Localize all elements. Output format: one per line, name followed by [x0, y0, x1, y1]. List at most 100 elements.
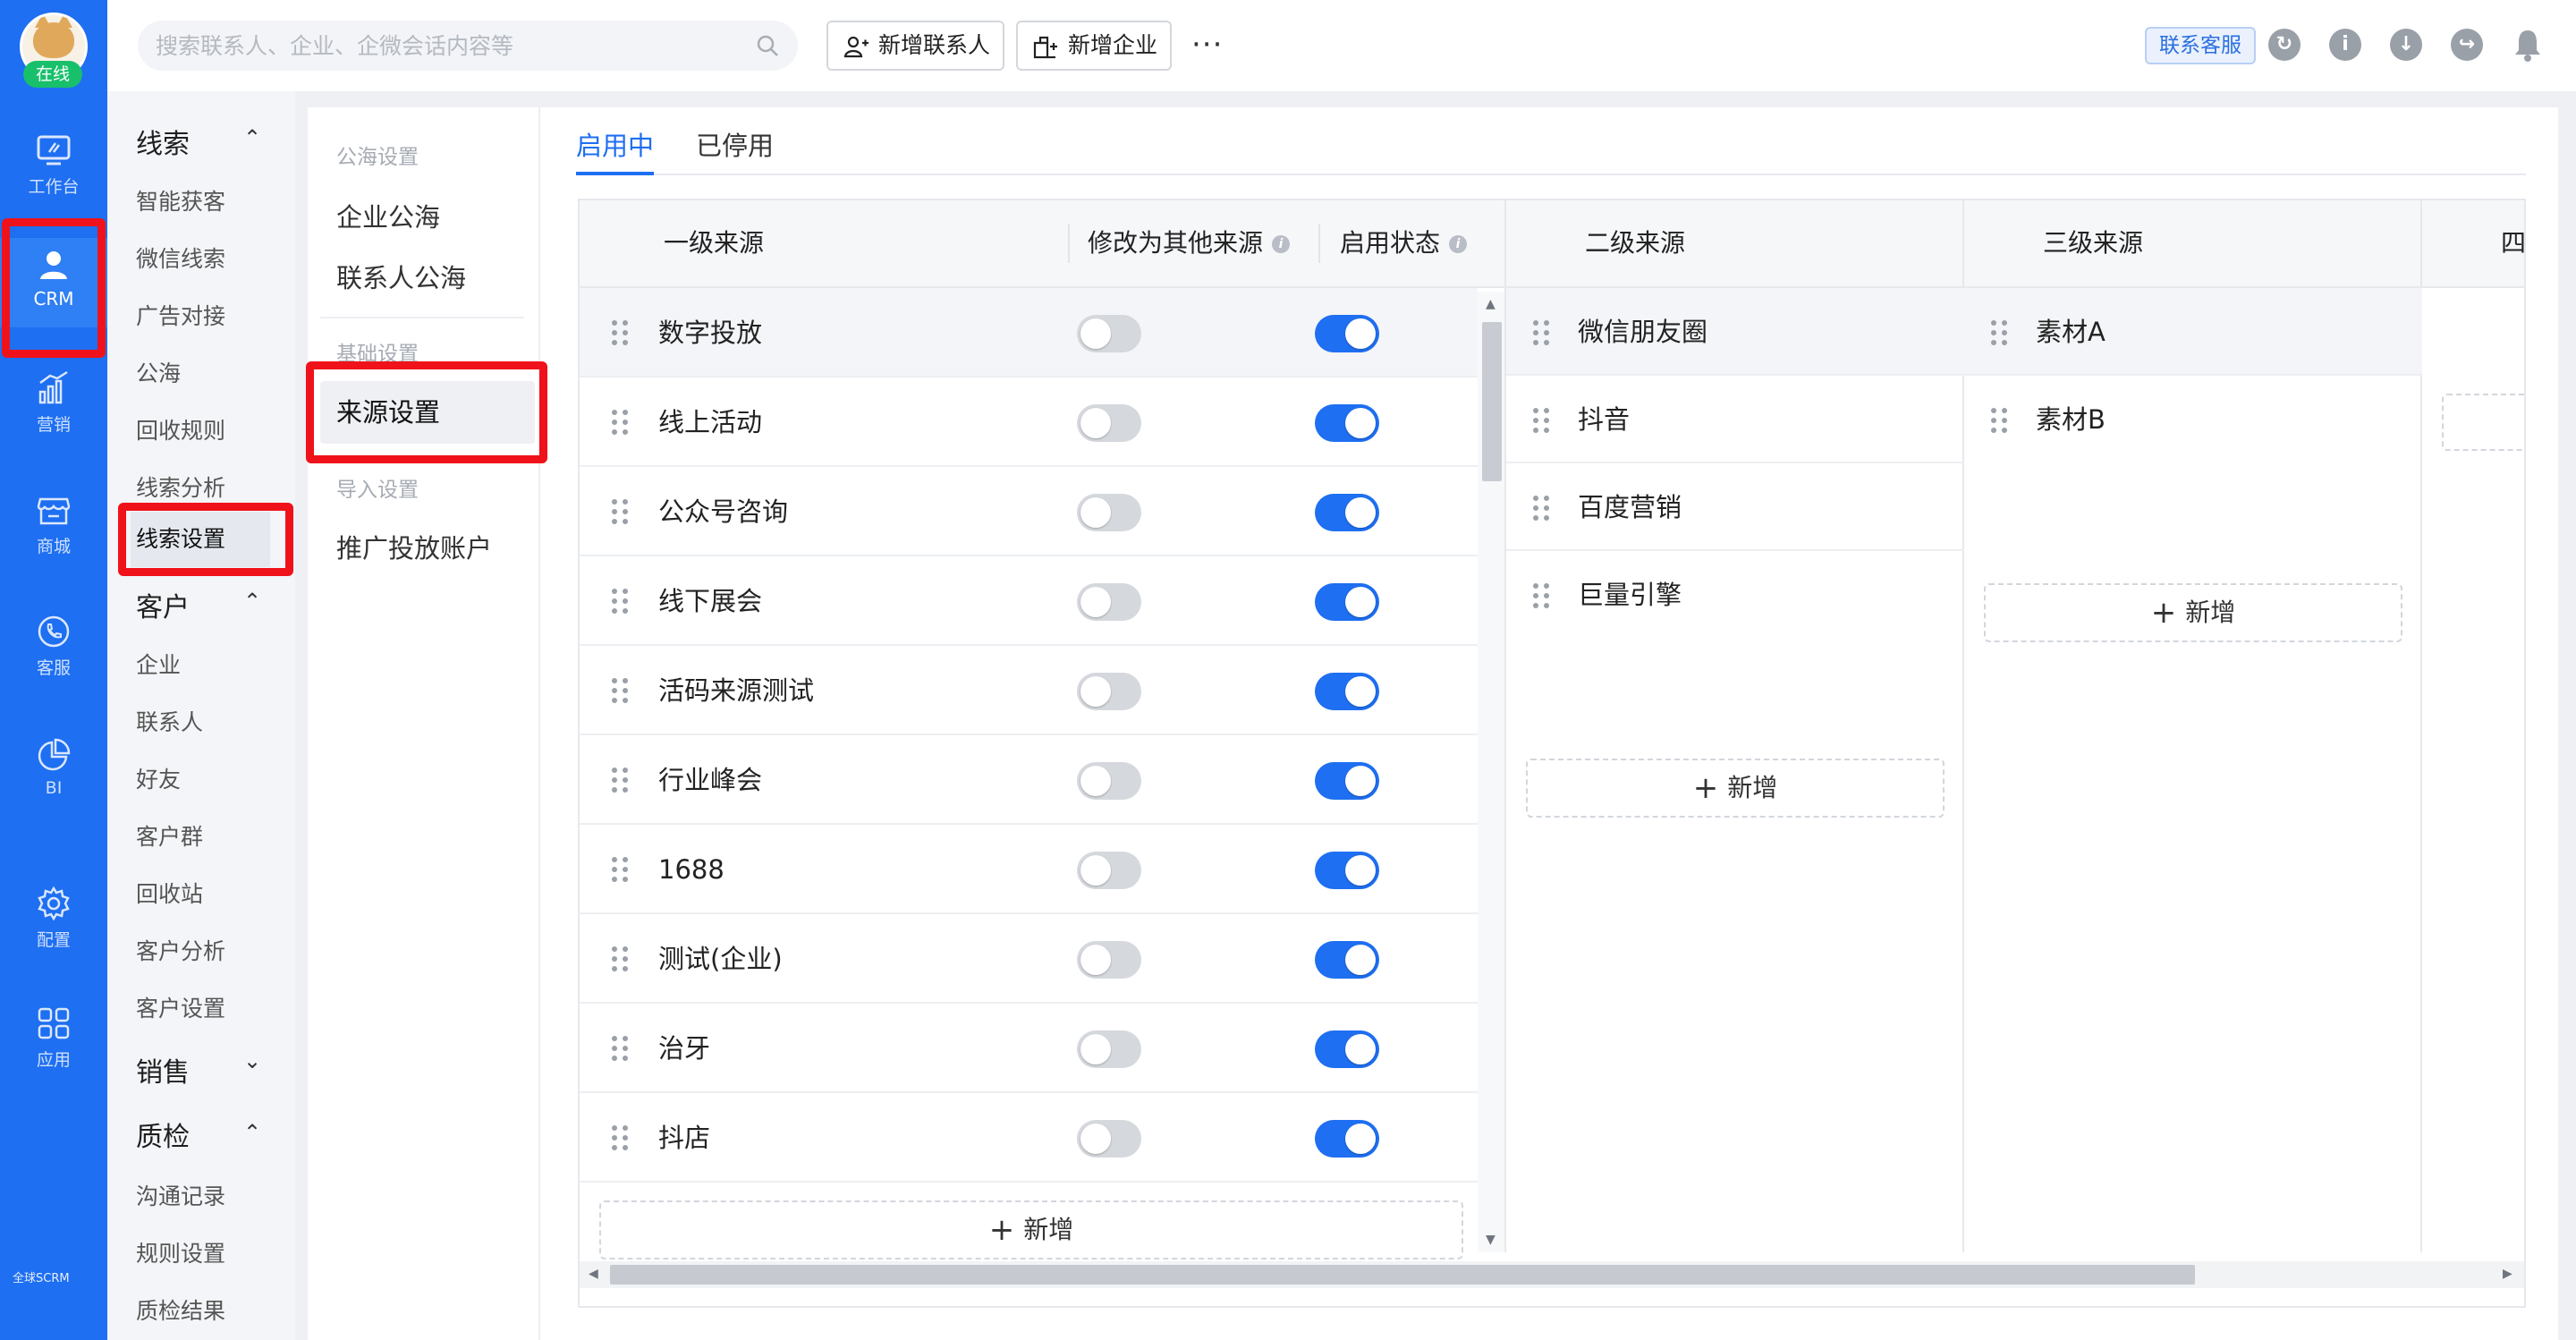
table-row[interactable]: 线下展会	[580, 556, 1478, 646]
drag-handle-icon[interactable]	[612, 320, 630, 345]
nav-item-comm-records[interactable]: 沟通记录	[136, 1179, 225, 1211]
chevron-down-icon[interactable]: ⌄	[243, 1048, 261, 1073]
nav-item-smart-acquire[interactable]: 智能获客	[136, 184, 225, 216]
share-icon[interactable]: ↪	[2451, 29, 2483, 61]
nav-item-friends[interactable]: 好友	[136, 762, 181, 794]
nav-item-ad-integration[interactable]: 广告对接	[136, 299, 225, 331]
drag-handle-icon[interactable]	[1533, 496, 1551, 521]
table-row[interactable]: 线上活动	[580, 377, 1478, 467]
enabled-toggle[interactable]	[1315, 1120, 1379, 1158]
list-item[interactable]: 巨量引擎	[1506, 551, 1964, 639]
enabled-toggle[interactable]	[1315, 315, 1379, 352]
drag-handle-icon[interactable]	[612, 946, 630, 971]
vertical-scrollbar[interactable]: ▲ ▼	[1478, 292, 1504, 1252]
enabled-toggle[interactable]	[1315, 404, 1379, 442]
chevron-up-icon[interactable]: ⌃	[243, 125, 261, 150]
list-item[interactable]: 抖音	[1506, 376, 1964, 463]
rail-item-mall[interactable]: 商城	[0, 483, 107, 572]
scroll-right-icon[interactable]: ▶	[2503, 1267, 2512, 1281]
nav-group-sales[interactable]: 销售	[136, 1050, 190, 1090]
nav-item-rule-settings[interactable]: 规则设置	[136, 1236, 225, 1268]
nav-item-contacts[interactable]: 联系人	[136, 705, 203, 737]
change-source-toggle[interactable]	[1077, 762, 1141, 800]
list-item[interactable]: 百度营销	[1506, 463, 1964, 551]
info-icon[interactable]: i	[1449, 235, 1468, 253]
search-input[interactable]	[156, 21, 728, 71]
more-menu-button[interactable]: ···	[1191, 27, 1223, 63]
nav-group-customer[interactable]: 客户	[136, 585, 190, 624]
nav-item-company[interactable]: 企业	[136, 648, 181, 680]
chevron-up-icon[interactable]: ⌃	[243, 589, 261, 614]
nav-item-wechat-clue[interactable]: 微信线索	[136, 242, 225, 274]
list-item[interactable]: 微信朋友圈	[1506, 288, 1964, 376]
enabled-toggle[interactable]	[1315, 494, 1379, 531]
contact-service-button[interactable]: 联系客服	[2145, 27, 2256, 64]
subnav-item-contact-sea[interactable]: 联系人公海	[336, 258, 466, 295]
change-source-toggle[interactable]	[1077, 404, 1141, 442]
nav-item-customer-groups[interactable]: 客户群	[136, 819, 203, 852]
info-icon[interactable]: i	[1272, 235, 1291, 253]
table-row[interactable]: 数字投放	[580, 288, 1478, 377]
drag-handle-icon[interactable]	[612, 768, 630, 793]
info-icon[interactable]: i	[2329, 29, 2361, 61]
rail-item-workbench[interactable]: 工作台	[0, 123, 107, 213]
drag-handle-icon[interactable]	[1533, 320, 1551, 345]
scroll-down-icon[interactable]: ▼	[1486, 1233, 1496, 1247]
global-search[interactable]	[138, 21, 798, 71]
table-row[interactable]: 治牙	[580, 1004, 1478, 1093]
change-source-toggle[interactable]	[1077, 583, 1141, 621]
change-source-toggle[interactable]	[1077, 494, 1141, 531]
list-item[interactable]: 素材A	[1964, 288, 2422, 376]
rail-item-config[interactable]: 配置	[0, 877, 107, 966]
scrollbar-thumb[interactable]	[1482, 322, 1502, 481]
nav-group-qa[interactable]: 质检	[136, 1115, 190, 1154]
change-source-toggle[interactable]	[1077, 315, 1141, 352]
drag-handle-icon[interactable]	[612, 857, 630, 882]
nav-item-qa-results[interactable]: 质检结果	[136, 1293, 225, 1326]
change-source-toggle[interactable]	[1077, 1120, 1141, 1158]
drag-handle-icon[interactable]	[1991, 408, 2009, 433]
drag-handle-icon[interactable]	[1533, 408, 1551, 433]
drag-handle-icon[interactable]	[612, 410, 630, 435]
change-source-toggle[interactable]	[1077, 941, 1141, 979]
horizontal-scrollbar[interactable]: ◀ ▶	[580, 1261, 2524, 1288]
add-level1-button[interactable]: + 新增	[599, 1200, 1463, 1259]
drag-handle-icon[interactable]	[1991, 320, 2009, 345]
add-company-button[interactable]: 新增企业	[1016, 21, 1173, 71]
list-item[interactable]: 素材B	[1964, 376, 2422, 463]
add-level4-button[interactable]	[2442, 394, 2524, 451]
drag-handle-icon[interactable]	[1533, 583, 1551, 608]
rail-item-service[interactable]: 客服	[0, 605, 107, 694]
rail-item-marketing[interactable]: 营销	[0, 361, 107, 451]
scrollbar-thumb[interactable]	[610, 1265, 2195, 1285]
refresh-icon[interactable]: ↻	[2268, 29, 2301, 61]
table-row[interactable]: 1688	[580, 825, 1478, 914]
tab-inactive[interactable]: 已停用	[696, 125, 774, 175]
drag-handle-icon[interactable]	[612, 678, 630, 703]
drag-handle-icon[interactable]	[612, 1036, 630, 1061]
nav-group-clue[interactable]: 线索	[136, 122, 190, 161]
subnav-item-company-sea[interactable]: 企业公海	[336, 197, 440, 234]
chevron-up-icon[interactable]: ⌃	[243, 1120, 261, 1145]
nav-item-sea[interactable]: 公海	[136, 356, 181, 388]
scroll-left-icon[interactable]: ◀	[589, 1267, 598, 1281]
enabled-toggle[interactable]	[1315, 1030, 1379, 1068]
drag-handle-icon[interactable]	[612, 589, 630, 614]
drag-handle-icon[interactable]	[612, 499, 630, 524]
add-contact-button[interactable]: 新增联系人	[826, 21, 1005, 71]
enabled-toggle[interactable]	[1315, 673, 1379, 710]
enabled-toggle[interactable]	[1315, 762, 1379, 800]
rail-item-bi[interactable]: BI	[0, 728, 107, 818]
table-row[interactable]: 公众号咨询	[580, 467, 1478, 556]
enabled-toggle[interactable]	[1315, 941, 1379, 979]
nav-item-customer-analysis[interactable]: 客户分析	[136, 934, 225, 966]
change-source-toggle[interactable]	[1077, 1030, 1141, 1068]
enabled-toggle[interactable]	[1315, 583, 1379, 621]
change-source-toggle[interactable]	[1077, 852, 1141, 889]
nav-item-recycle-rules[interactable]: 回收规则	[136, 413, 225, 445]
tab-active[interactable]: 启用中	[576, 125, 655, 175]
rail-item-apps[interactable]: 应用	[0, 997, 107, 1086]
subnav-item-ad-account[interactable]: 推广投放账户	[336, 528, 492, 565]
bell-icon[interactable]	[2512, 27, 2544, 63]
add-level2-button[interactable]: + 新增	[1526, 759, 1945, 818]
